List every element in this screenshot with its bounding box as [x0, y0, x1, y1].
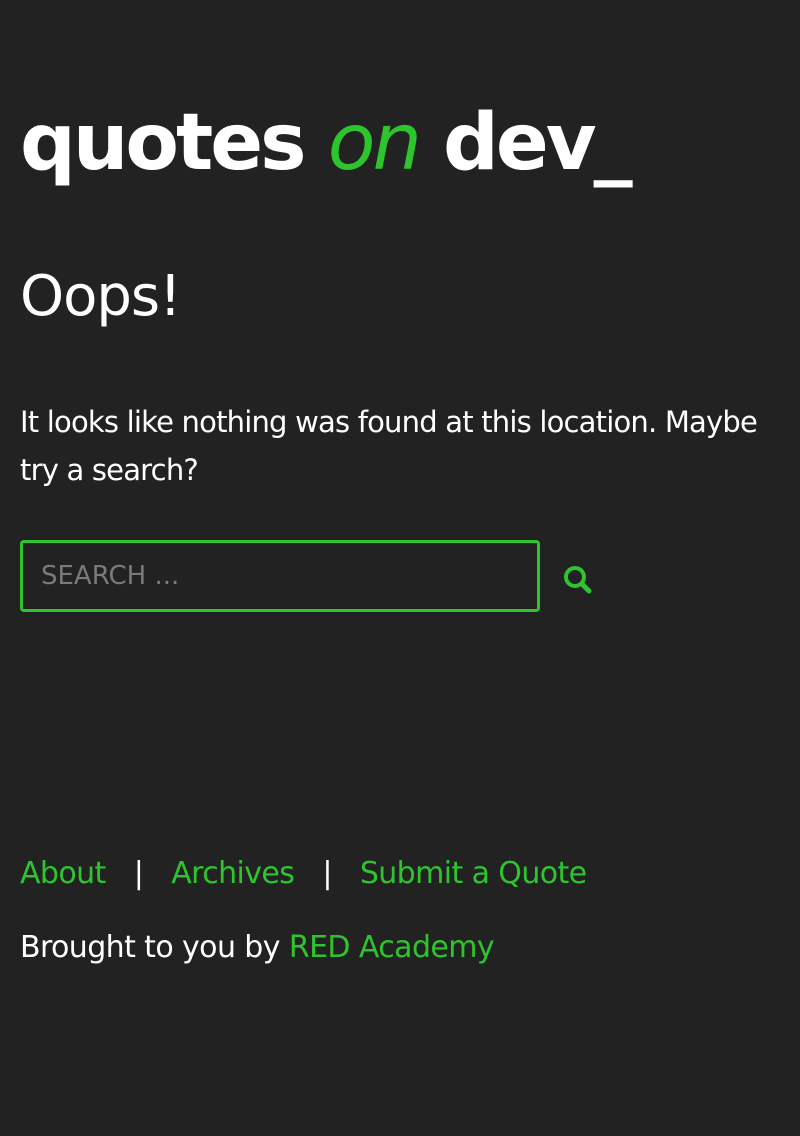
search-button[interactable] [558, 560, 598, 600]
footer-nav-item-about: About [20, 852, 106, 896]
search-form [20, 540, 620, 612]
not-found-message: It looks like nothing was found at this … [20, 405, 758, 487]
red-academy-link[interactable]: RED Academy [289, 930, 495, 965]
logo-text-quotes: quotes [20, 98, 328, 188]
footer-nav-item-archives: Archives [171, 852, 295, 896]
footer-separator: | [133, 856, 144, 891]
footer-separator: | [322, 856, 332, 891]
logo-text-on: on [327, 98, 422, 188]
footer-link-archives[interactable]: Archives [171, 856, 295, 891]
page-title: Oops! [20, 264, 182, 329]
credit-prefix: Brought to you by [20, 930, 289, 965]
site-logo[interactable]: quotes on dev_ [20, 104, 633, 182]
search-input[interactable] [20, 540, 540, 612]
footer-link-submit-quote[interactable]: Submit a Quote [360, 856, 587, 891]
logo-text-dev: dev_ [418, 98, 633, 188]
footer-link-about[interactable]: About [20, 856, 106, 891]
footer-credit: Brought to you by RED Academy [20, 926, 495, 970]
search-icon [558, 560, 598, 600]
footer-nav: About | Archives | Submit a Quote [20, 852, 587, 896]
footer-nav-item-submit: Submit a Quote [360, 852, 587, 896]
